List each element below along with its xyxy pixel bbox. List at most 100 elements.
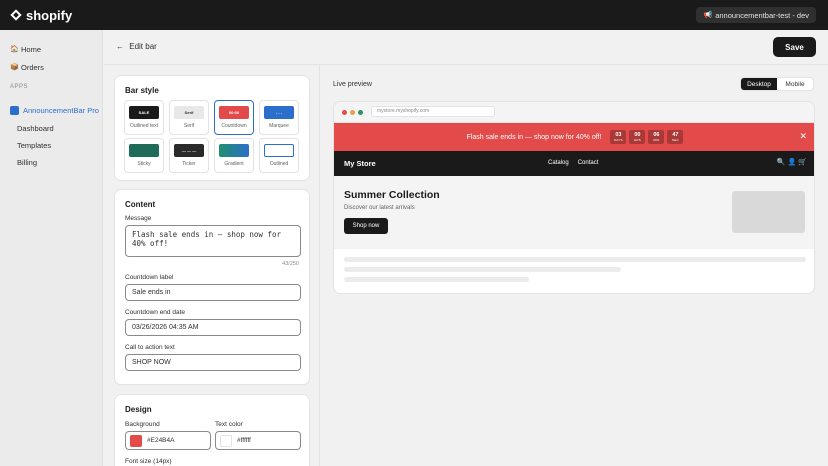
store-link-catalog[interactable]: Catalog — [548, 160, 569, 166]
style-tile-outlined[interactable]: Outlined — [259, 138, 299, 173]
style-tile-outlined-text[interactable]: SALE Outlined text — [124, 100, 164, 135]
sidebar-item-billing[interactable]: Billing — [0, 154, 102, 171]
countdown-unit: DAYS — [614, 138, 623, 142]
style-tile-ticker[interactable]: — — — Ticker — [169, 138, 209, 173]
bar-style-title: Bar style — [125, 86, 159, 95]
countdown-label-label: Countdown label — [125, 274, 174, 281]
search-icon[interactable]: 🔍 — [777, 158, 786, 166]
hero-title: Summer Collection — [344, 189, 440, 201]
style-grid: SALE Outlined text Serif Serif 00:00 Cou… — [124, 100, 299, 173]
skeleton-line — [344, 257, 806, 262]
style-tile-label: Ticker — [182, 161, 196, 167]
background-color-value: #E24B4A — [147, 437, 175, 444]
browser-preview: mystore.myshopify.com Flash sale ends in… — [333, 101, 815, 294]
countdown-seconds: 47 SEC — [667, 130, 684, 144]
countdown-hours: 00 HRS — [629, 130, 646, 144]
store-name: My Store — [344, 159, 376, 168]
style-swatch — [264, 144, 294, 157]
sidebar: 🏠 Home 📦 Orders APPS AnnouncementBar Pro… — [0, 30, 103, 466]
sidebar-app-label: AnnouncementBar Pro — [23, 105, 99, 115]
store-icons: 🔍 👤 🛒 — [775, 158, 807, 166]
style-tile-countdown[interactable]: 00:00 Countdown — [214, 100, 254, 135]
countdown-minutes: 06 MIN — [648, 130, 665, 144]
store-nav: My Store Catalog Contact 🔍 👤 🛒 — [334, 151, 814, 176]
store-name: announcementbar-test - dev — [715, 10, 809, 20]
background-color-field[interactable]: #E24B4A — [125, 431, 211, 450]
style-tile-marquee[interactable]: - - - Marquee — [259, 100, 299, 135]
sidebar-item-label: Orders — [21, 62, 44, 72]
sidebar-item-home[interactable]: 🏠 Home — [0, 40, 102, 58]
cart-icon[interactable]: 🛒 — [798, 158, 807, 166]
style-tile-sticky[interactable]: Sticky — [124, 138, 164, 173]
content-card: Content Message Flash sale ends in — sho… — [114, 189, 310, 385]
style-tile-serif[interactable]: Serif Serif — [169, 100, 209, 135]
text-color-field[interactable]: #ffffff — [215, 431, 301, 450]
style-swatch: Serif — [174, 106, 204, 119]
style-tile-label: Countdown — [221, 123, 247, 129]
page-header: ← Edit bar Save — [104, 30, 828, 65]
style-tile-label: Outlined — [269, 161, 289, 167]
style-tile-gradient[interactable]: Gradient — [214, 138, 254, 173]
countdown-unit: MIN — [653, 138, 660, 142]
shopify-bag-icon — [10, 9, 22, 21]
store-switcher[interactable]: 📢 announcementbar-test - dev — [696, 7, 816, 23]
brand-name: shopify — [26, 7, 73, 23]
store-links: Catalog Contact — [548, 160, 607, 166]
content-title: Content — [125, 200, 156, 209]
color-chip[interactable] — [130, 434, 142, 447]
megaphone-icon: 📢 — [703, 12, 713, 19]
shopify-logo[interactable]: shopify — [10, 7, 73, 23]
live-preview-label: Live preview — [333, 81, 372, 88]
style-tile-label: Marquee — [269, 123, 289, 129]
message-label: Message — [125, 215, 152, 222]
end-date-label: Countdown end date — [125, 309, 185, 316]
background-label: Background — [125, 421, 160, 428]
shop-now-button[interactable]: Shop now — [344, 218, 388, 234]
save-button[interactable]: Save — [773, 37, 816, 57]
home-icon: 🏠 — [10, 46, 19, 53]
device-toggle: Desktop Mobile — [740, 77, 814, 91]
sidebar-item-label: Home — [21, 44, 42, 54]
orders-icon: 📦 — [10, 64, 19, 71]
style-swatch: 00:00 — [219, 106, 249, 119]
window-close-dot — [342, 110, 347, 115]
hero-image-placeholder — [732, 191, 805, 233]
style-tile-label: Gradient — [224, 161, 244, 167]
window-minimize-dot — [350, 110, 355, 115]
sidebar-item-templates[interactable]: Templates — [0, 137, 102, 154]
char-count: 43/250 — [282, 261, 299, 267]
store-link-contact[interactable]: Contact — [578, 160, 599, 166]
sidebar-item-orders[interactable]: 📦 Orders — [0, 58, 102, 76]
message-textarea[interactable]: Flash sale ends in — shop now for 40% of… — [125, 225, 301, 257]
color-chip[interactable] — [220, 434, 232, 447]
close-icon[interactable]: ✕ — [799, 132, 807, 141]
announcement-message: Flash sale ends in — shop now for 40% of… — [466, 133, 602, 141]
countdown-unit: SEC — [672, 138, 679, 142]
design-card: Design Background Text color #E24B4A #ff… — [114, 394, 310, 466]
cta-label: Call to action text — [125, 344, 175, 351]
top-bar: shopify 📢 announcementbar-test - dev — [0, 0, 828, 30]
end-date-input[interactable]: 03/26/2026 04:35 AM — [125, 319, 301, 336]
user-icon[interactable]: 👤 — [788, 158, 797, 166]
settings-panel: Bar style SALE Outlined text Serif Serif… — [104, 65, 320, 466]
arrow-left-icon: ← — [116, 42, 124, 51]
style-swatch: — — — — [174, 144, 204, 157]
mobile-toggle[interactable]: Mobile — [777, 78, 813, 90]
font-size-label: Font size (14px) — [125, 458, 172, 465]
url-bar: mystore.myshopify.com — [371, 106, 495, 117]
sidebar-item-dashboard[interactable]: Dashboard — [0, 120, 102, 137]
style-swatch: - - - — [264, 106, 294, 119]
back-link[interactable]: ← Edit bar — [116, 42, 157, 51]
skeleton-line — [344, 267, 621, 272]
sidebar-item-announcementbar-pro[interactable]: AnnouncementBar Pro — [0, 100, 102, 120]
desktop-toggle[interactable]: Desktop — [741, 78, 777, 90]
hero-section: Summer Collection Discover our latest ar… — [334, 176, 814, 249]
style-swatch: SALE — [129, 106, 159, 119]
window-maximize-dot — [358, 110, 363, 115]
countdown-label-input[interactable]: Sale ends in — [125, 284, 301, 301]
style-swatch — [219, 144, 249, 157]
cta-input[interactable]: SHOP NOW — [125, 354, 301, 371]
style-tile-label: Sticky — [137, 161, 151, 167]
text-color-label: Text color — [215, 421, 243, 428]
sidebar-section-apps: APPS — [10, 84, 29, 90]
